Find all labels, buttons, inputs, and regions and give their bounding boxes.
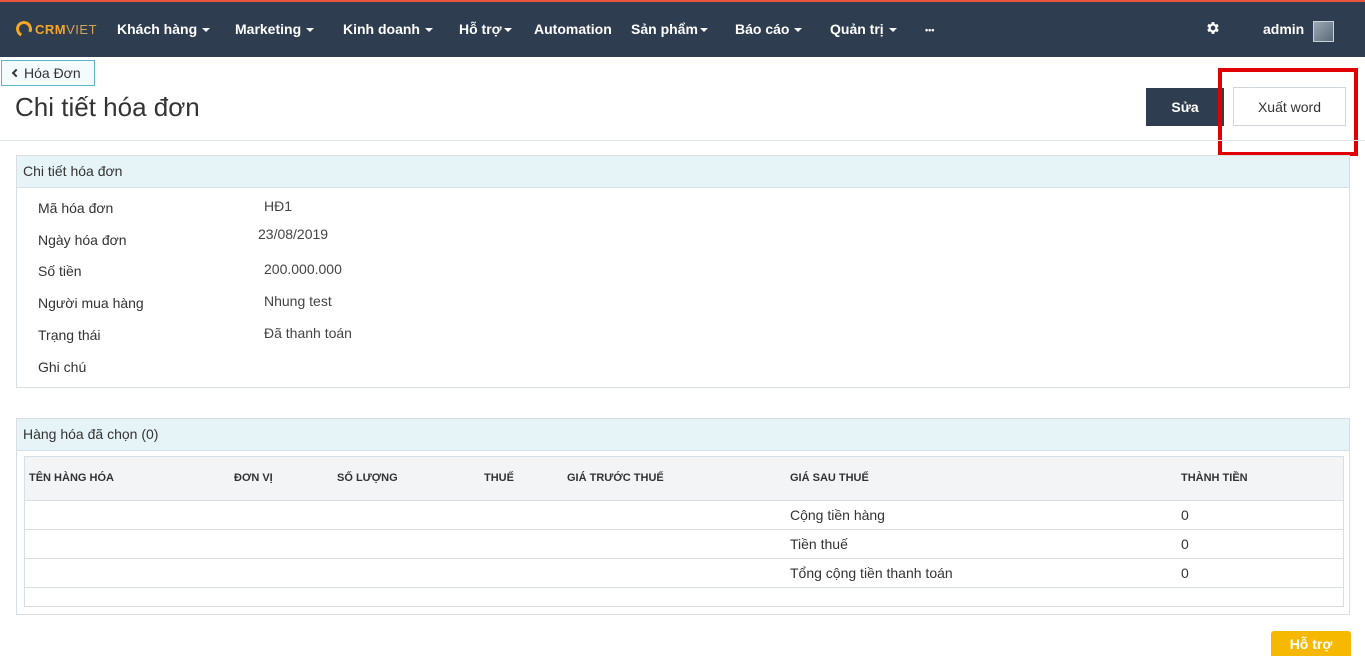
column-header-unit[interactable]: ĐƠN VỊ <box>234 472 273 484</box>
nav-item-san-pham[interactable]: Sản phẩm <box>631 21 708 37</box>
nav-item-kinh-doanh[interactable]: Kinh doanh <box>343 21 433 37</box>
field-label-invoice-date: Ngày hóa đơn <box>38 232 127 248</box>
nav-item-label: Hỗ trợ <box>459 21 502 37</box>
field-label-status: Trạng thái <box>38 327 101 343</box>
summary-value: 0 <box>1181 507 1189 523</box>
more-icon: ••• <box>925 25 935 35</box>
caret-down-icon <box>306 28 315 33</box>
logo-sub-text: VIET <box>66 21 98 37</box>
caret-down-icon <box>503 28 512 33</box>
gear-icon[interactable] <box>1205 20 1221 36</box>
column-header-product-name[interactable]: TÊN HÀNG HÓA <box>29 472 114 484</box>
nav-item-label: Báo cáo <box>735 21 790 37</box>
nav-item-quan-tri[interactable]: Quản trị <box>830 21 897 37</box>
nav-more-menu[interactable]: ••• <box>925 25 934 35</box>
field-label-invoice-code: Mã hóa đơn <box>38 200 114 216</box>
invoice-detail-panel: Chi tiết hóa đơn Mã hóa đơn HĐ1 Ngày hóa… <box>16 155 1350 388</box>
caret-down-icon <box>794 28 803 33</box>
field-label-buyer: Người mua hàng <box>38 295 144 311</box>
column-header-total[interactable]: THÀNH TIỀN <box>1181 472 1248 484</box>
caret-down-icon <box>425 28 433 33</box>
nav-item-label: Quản trị <box>830 21 884 37</box>
summary-label: Tiền thuế <box>790 536 848 552</box>
nav-item-label: Automation <box>534 21 612 37</box>
caret-down-icon <box>888 28 897 33</box>
crmviet-logo[interactable]: CRMVIET <box>13 18 98 40</box>
nav-item-automation[interactable]: Automation <box>534 21 612 37</box>
summary-row-tax: Tiền thuế 0 <box>25 530 1343 559</box>
nav-item-label: Sản phẩm <box>631 21 698 37</box>
summary-value: 0 <box>1181 565 1189 581</box>
field-value-invoice-code: HĐ1 <box>264 198 293 214</box>
field-value-buyer: Nhung test <box>264 293 332 309</box>
nav-item-label: Kinh doanh <box>343 21 420 37</box>
user-menu-name[interactable]: admin <box>1263 21 1304 37</box>
top-navbar: CRMVIET Khách hàng Marketing Kinh doanh … <box>0 0 1365 57</box>
selected-goods-panel: Hàng hóa đã chọn (0) TÊN HÀNG HÓA ĐƠN VỊ… <box>16 418 1350 615</box>
table-header-row: TÊN HÀNG HÓA ĐƠN VỊ SỐ LƯỢNG THUẾ GIÁ TR… <box>25 457 1343 501</box>
summary-label: Tổng cộng tiền thanh toán <box>790 565 953 581</box>
summary-row-subtotal: Cộng tiền hàng 0 <box>25 501 1343 530</box>
column-header-price-after-tax[interactable]: GIÁ SAU THUẾ <box>790 472 869 484</box>
summary-label: Cộng tiền hàng <box>790 507 885 523</box>
edit-button[interactable]: Sửa <box>1146 88 1224 126</box>
panel-heading: Hàng hóa đã chọn (0) <box>17 419 1349 451</box>
column-header-quantity[interactable]: SỐ LƯỢNG <box>337 472 398 484</box>
nav-item-marketing[interactable]: Marketing <box>235 21 315 37</box>
column-header-price-before-tax[interactable]: GIÁ TRƯỚC THUẾ <box>567 472 664 484</box>
back-to-invoices-button[interactable]: Hóa Đơn <box>1 60 95 86</box>
panel-heading: Chi tiết hóa đơn <box>17 156 1349 188</box>
avatar[interactable] <box>1313 21 1334 42</box>
logo-ring-icon <box>13 18 35 40</box>
caret-down-icon <box>202 28 211 33</box>
export-word-button[interactable]: Xuất word <box>1233 87 1346 126</box>
field-value-amount: 200.000.000 <box>264 261 342 277</box>
field-label-note: Ghi chú <box>38 359 87 375</box>
summary-value: 0 <box>1181 536 1189 552</box>
field-value-status: Đã thanh toán <box>264 325 352 341</box>
back-button-label: Hóa Đơn <box>24 65 81 81</box>
nav-item-label: Khách hàng <box>117 21 198 37</box>
page-title: Chi tiết hóa đơn <box>15 92 200 122</box>
summary-row-grand-total: Tổng cộng tiền thanh toán 0 <box>25 559 1343 588</box>
nav-item-bao-cao[interactable]: Báo cáo <box>735 21 803 37</box>
logo-main-text: CRM <box>35 21 67 37</box>
support-button[interactable]: Hỗ trợ <box>1271 631 1351 656</box>
nav-item-label: Marketing <box>235 21 302 37</box>
field-value-invoice-date: 23/08/2019 <box>258 226 329 242</box>
goods-table: TÊN HÀNG HÓA ĐƠN VỊ SỐ LƯỢNG THUẾ GIÁ TR… <box>24 456 1344 607</box>
caret-down-icon <box>699 28 708 33</box>
header-divider <box>0 140 1365 141</box>
field-label-amount: Số tiền <box>38 263 82 279</box>
chevron-left-icon <box>11 68 21 78</box>
column-header-tax[interactable]: THUẾ <box>484 472 514 484</box>
nav-item-khach-hang[interactable]: Khách hàng <box>117 21 211 37</box>
nav-item-ho-tro[interactable]: Hỗ trợ <box>459 21 512 37</box>
